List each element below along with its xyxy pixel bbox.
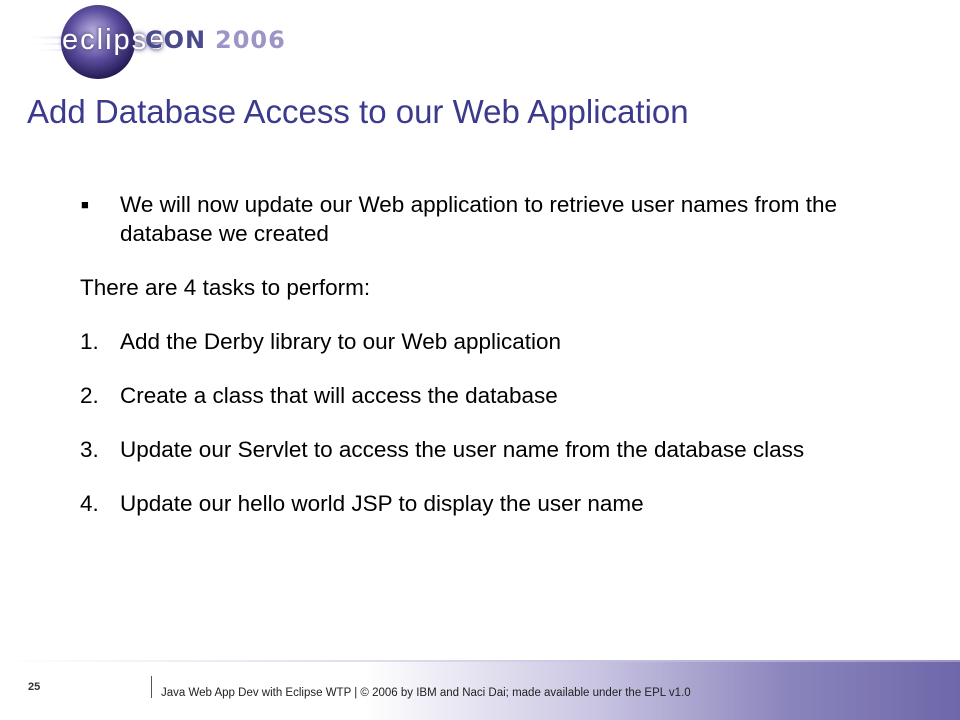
task-item-1: 1. Add the Derby library to our Web appl… — [80, 327, 900, 356]
logo-year: 2006 — [215, 26, 286, 54]
task-item-2: 2. Create a class that will access the d… — [80, 381, 900, 410]
task-text: Add the Derby library to our Web applica… — [120, 329, 562, 354]
task-number: 1. — [80, 329, 99, 354]
task-item-4: 4. Update our hello world JSP to display… — [80, 489, 900, 518]
task-text: Update our Servlet to access the user na… — [120, 437, 805, 462]
eclipsecon-logo: eclipse CON 2006 — [18, 2, 318, 86]
slide: eclipse CON 2006 Add Database Access to … — [0, 0, 960, 720]
task-text: Create a class that will access the data… — [120, 383, 558, 408]
footer-text: Java Web App Dev with Eclipse WTP | © 20… — [161, 687, 691, 699]
task-number: 3. — [80, 437, 99, 462]
slide-body: ■ We will now update our Web application… — [80, 190, 900, 518]
intro-text: There are 4 tasks to perform: — [80, 275, 371, 300]
square-bullet-icon: ■ — [81, 197, 89, 212]
bullet-text: We will now update our Web application t… — [120, 192, 838, 246]
task-item-3: 3. Update our Servlet to access the user… — [80, 435, 900, 464]
task-number: 4. — [80, 491, 99, 516]
logo-word-con: CON — [145, 26, 207, 54]
task-text: Update our hello world JSP to display th… — [120, 491, 644, 516]
page-number: 25 — [28, 681, 41, 693]
bullet-item: ■ We will now update our Web application… — [80, 190, 900, 248]
task-number: 2. — [80, 383, 99, 408]
slide-title: Add Database Access to our Web Applicati… — [27, 93, 689, 130]
footer-divider — [151, 676, 152, 698]
